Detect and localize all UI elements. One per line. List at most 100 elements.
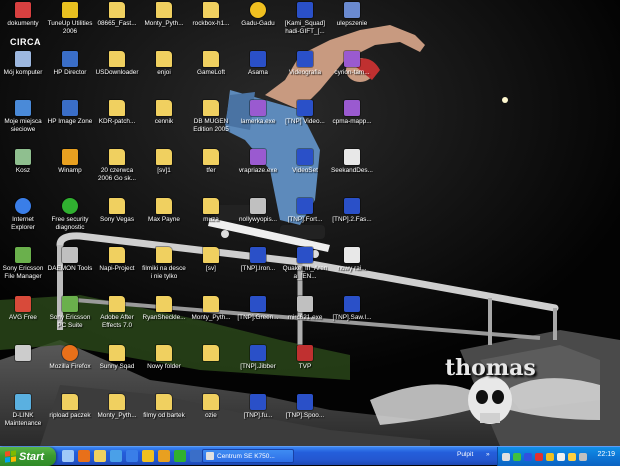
desktop-icon[interactable]: 20 czerwca 2006 Go sk... [94,147,140,193]
desktop-icon[interactable]: dokumenty [0,0,46,46]
desktop-icon[interactable]: enjoi [141,49,187,95]
desktop-icon[interactable]: [TNP].2.Fas... [329,196,375,242]
show-desktop-icon[interactable] [62,450,74,462]
desktop-icon[interactable] [0,343,46,389]
media-player-icon[interactable] [110,450,122,462]
folder-icon [109,2,125,18]
desktop-toolbar-label[interactable]: Pulpit [457,451,473,458]
desktop-icon[interactable]: lamerka.exe [235,98,281,144]
desktop-icon[interactable]: 08665_Fast... [94,0,140,46]
desktop-icon-label: cpma-mapp... [332,118,372,125]
antivirus-tray-icon[interactable] [535,452,543,461]
desktop-icon[interactable]: Monty_Pyth... [141,0,187,46]
desktop-icon[interactable]: [sv] [188,245,234,291]
gadu-tray-icon[interactable] [546,452,554,461]
outlook-icon[interactable] [190,450,202,462]
desktop-icon[interactable]: Free security diagnostic [47,196,93,242]
desktop-icon[interactable]: Kosz [0,147,46,193]
desktop-icon[interactable]: Sunny Sqad [94,343,140,389]
desktop-icon[interactable]: rockbox-h1... [188,0,234,46]
desktop-icon[interactable]: [TNP].Spoo... [282,392,328,438]
taskbar-window-button[interactable]: Centrum SE K750... [202,449,294,463]
desktop-icon[interactable]: Videografia [282,49,328,95]
desktop-icon-label: 20 czerwca 2006 Go sk... [97,167,136,182]
desktop-icon[interactable]: Winamp [47,147,93,193]
desktop-icon[interactable]: VideoSet [282,147,328,193]
desktop-icon[interactable]: vrapriaze.exe [235,147,281,193]
desktop-icon[interactable]: Adobe After Effects 7.0 [94,294,140,340]
toolbar-expand-chevron[interactable]: » [486,451,490,458]
desktop-icon[interactable]: [TNP].Fort... [282,196,328,242]
internet-explorer-icon[interactable] [126,450,138,462]
desktop-icon[interactable]: nowy rai... [329,245,375,291]
desktop-icon[interactable]: USDownloader [94,49,140,95]
desktop-icon[interactable] [188,343,234,389]
desktop-icon[interactable]: Moje miejsca sieciowe [0,98,46,144]
desktop-icon[interactable]: [TNP] Video... [282,98,328,144]
desktop-icon[interactable]: mirc621.exe [282,294,328,340]
desktop-icon[interactable]: KDR-patch... [94,98,140,144]
desktop-icon[interactable]: Asama [235,49,281,95]
daemon-tray-icon[interactable] [579,452,587,461]
desktop-icon[interactable]: ulepszenie [329,0,375,46]
desktop-icon[interactable]: D-LINK Maintenance [0,392,46,438]
desktop-icon[interactable]: [TNP].Green... [235,294,281,340]
desktop-icon[interactable]: Mój komputer [0,49,46,95]
desktop-icon[interactable]: filmy od bartek [141,392,187,438]
desktop-icon[interactable]: Internet Explorer [0,196,46,242]
desktop-icon[interactable]: DB MUGEN Edition 2005 [188,98,234,144]
desktop-icon[interactable]: TVP [282,343,328,389]
desktop-icon[interactable]: ripload paczek [47,392,93,438]
desktop-icon[interactable]: [Kami_Squad] hadi-GIFT_[... [282,0,328,46]
gadu-gadu-icon[interactable] [142,450,154,462]
desktop-icon[interactable]: GameLoft [188,49,234,95]
bluetooth-icon[interactable] [524,452,532,461]
desktop-icon[interactable]: SeekandDes... [329,147,375,193]
desktop-icon[interactable]: [TNP].fu... [235,392,281,438]
desktop-icon[interactable]: Max Payne [141,196,187,242]
desktop-icon[interactable]: [TNP].Iron... [235,245,281,291]
desktop-icon-label: [sv] [206,265,216,272]
messenger-icon[interactable] [174,450,186,462]
desktop-icon[interactable]: Monty_Pyth... [94,392,140,438]
language-icon[interactable] [557,452,565,461]
desktop-icon[interactable]: nollywyopis... [235,196,281,242]
desktop-icon[interactable]: Nowy folder [141,343,187,389]
desktop-icon[interactable]: filmiki na desce i nie tylko [141,245,187,291]
start-button[interactable]: Start [0,447,56,466]
desktop-icon-label: Quake_III_Arena_[EN... [282,265,328,280]
winamp-icon[interactable] [158,450,170,462]
desktop-icon[interactable]: muza [188,196,234,242]
desktop-icon[interactable]: [TNP].Saw.I... [329,294,375,340]
desktop-icon[interactable]: cyrion-tam... [329,49,375,95]
desktop[interactable]: thomas CIRCA dokumenty Mój komputer Moje m… [0,0,620,446]
folder-icon[interactable] [94,450,106,462]
firefox-icon[interactable] [78,450,90,462]
desktop-icon[interactable]: Gadu-Gadu [235,0,281,46]
desktop-icon[interactable]: AVG Free [0,294,46,340]
desktop-icon[interactable]: ozie [188,392,234,438]
desktop-icon[interactable]: Napi-Project [94,245,140,291]
desktop-icon[interactable]: Mozilla Firefox [47,343,93,389]
desktop-icon[interactable]: HP Director [47,49,93,95]
desktop-icon[interactable]: TuneUp Utilities 2006 [47,0,93,46]
desktop-icon[interactable]: Sony Ericsson File Manager [0,245,46,291]
desktop-icon[interactable]: cennik [141,98,187,144]
desktop-icon[interactable]: [TNP].Jibber [235,343,281,389]
update-icon[interactable] [568,452,576,461]
desktop-icon[interactable]: Monty_Pyth... [188,294,234,340]
desktop-icon[interactable]: RyanSheckle... [141,294,187,340]
desktop-icon[interactable]: Quake_III_Arena_[EN... [282,245,328,291]
desktop-icon[interactable]: Sony Ericsson PC Suite [47,294,93,340]
desktop-icon[interactable]: [sv]1 [141,147,187,193]
desktop-icon-label: [TNP].Fort... [287,216,323,223]
desktop-icon[interactable]: cpma-mapp... [329,98,375,144]
volume-icon[interactable] [502,452,510,461]
desktop-icon-label: 08665_Fast... [97,20,137,27]
desktop-icon[interactable]: Sony Vegas [94,196,140,242]
network-tray-icon[interactable] [513,452,521,461]
clock[interactable]: 22:19 [597,451,615,458]
desktop-icon[interactable]: HP Image Zone [47,98,93,144]
desktop-icon[interactable]: DAEMON Tools [47,245,93,291]
desktop-icon[interactable]: tfer [188,147,234,193]
